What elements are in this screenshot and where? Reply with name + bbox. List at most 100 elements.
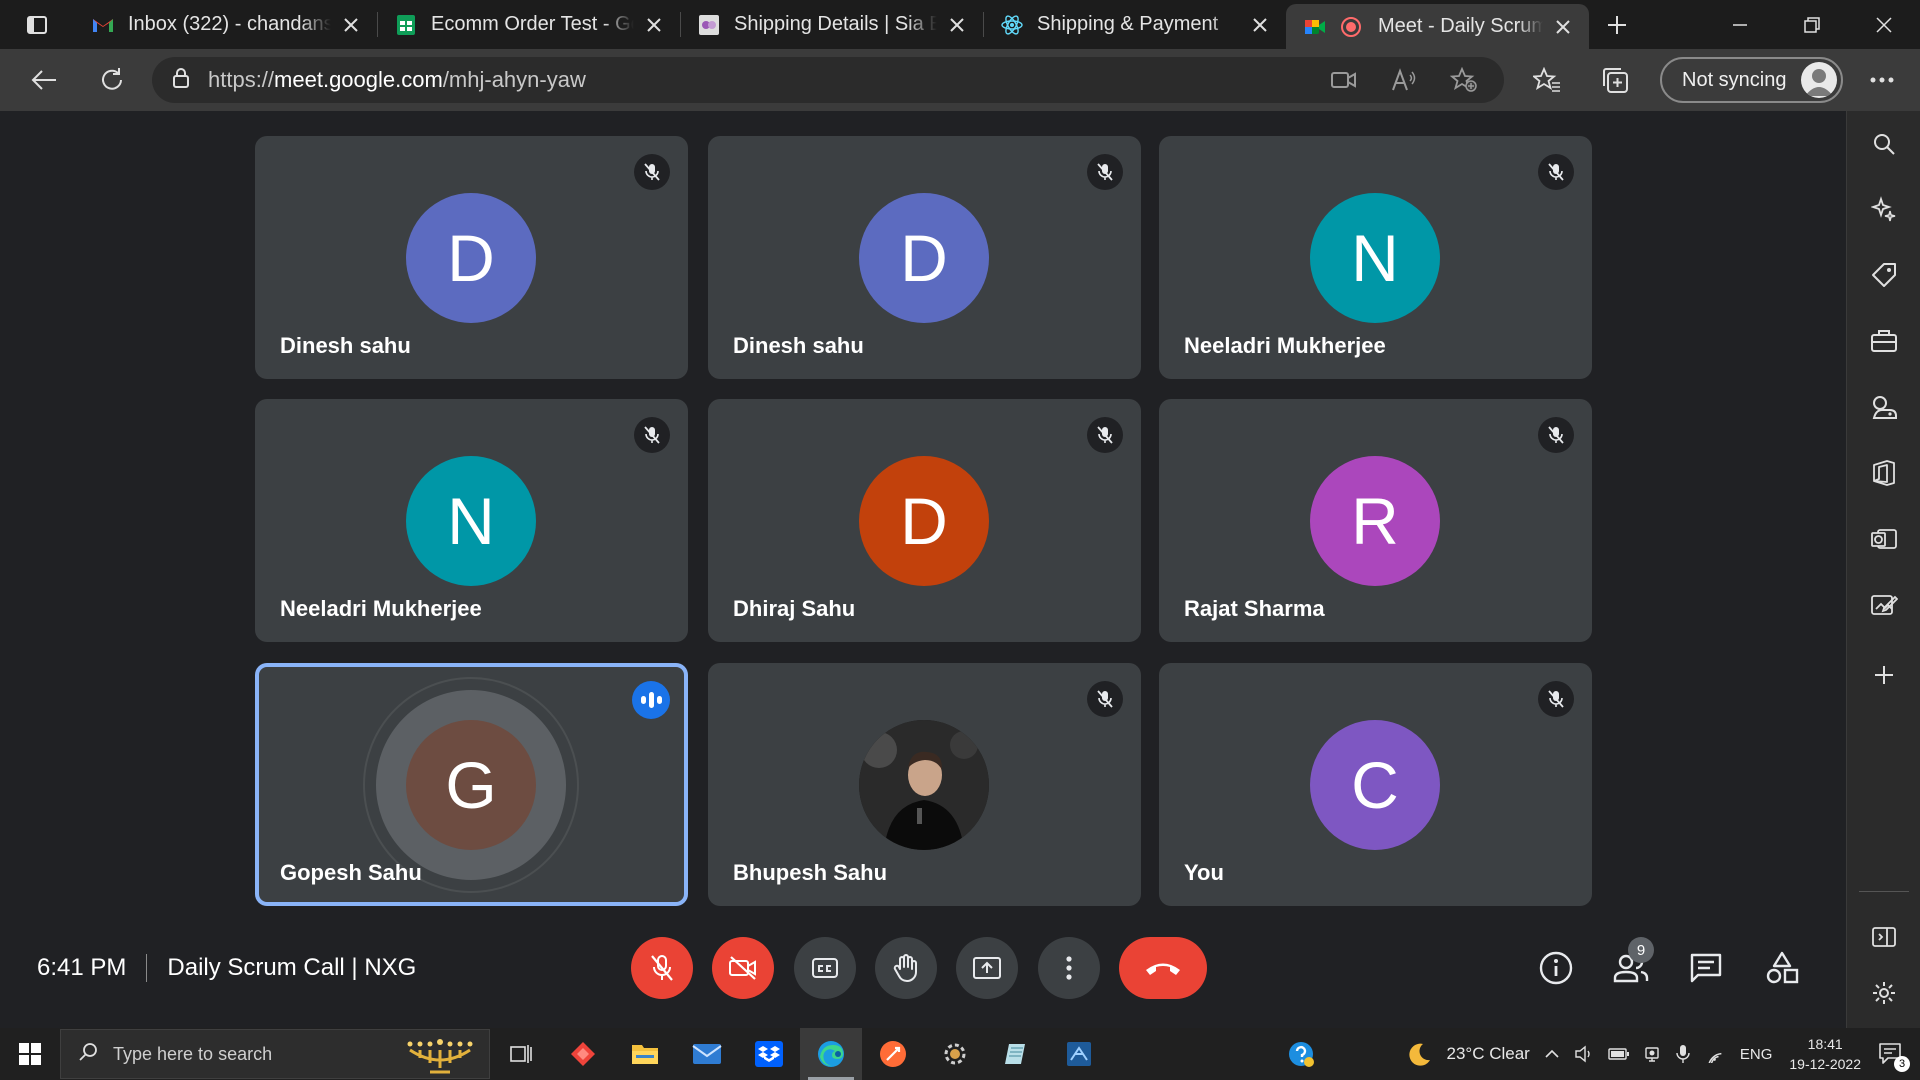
participant-avatar: R [1310,456,1440,586]
speaking-indicator-icon [632,681,670,719]
participant-tile-self[interactable]: C You [1159,663,1592,906]
file-explorer-icon[interactable] [614,1028,676,1080]
participant-avatar: G [406,720,536,850]
participant-name: Gopesh Sahu [280,860,422,885]
url-text: https://meet.google.com/mhj-ahyn-yaw [208,67,1304,93]
meet-icon [1304,16,1326,38]
window-controls [1704,0,1920,49]
task-view-icon[interactable] [490,1028,552,1080]
add-sidebar-app-icon[interactable] [1860,651,1908,699]
participant-avatar: N [1310,193,1440,323]
wifi-icon[interactable] [1704,1045,1726,1063]
discover-icon[interactable] [1860,185,1908,233]
edge-browser-icon[interactable] [800,1028,862,1080]
menorah-icon [405,1036,475,1079]
tab-shipping-details[interactable]: Shipping Details | Sia Beauty [680,0,983,49]
leave-call-button[interactable] [1119,937,1207,999]
settings-gear-icon[interactable] [1860,969,1908,1017]
captions-button[interactable] [794,937,856,999]
raise-hand-button[interactable] [875,937,937,999]
more-options-button[interactable] [1038,937,1100,999]
microphone-toggle-button[interactable] [631,937,693,999]
dropbox-icon[interactable] [738,1028,800,1080]
gmail-icon [92,14,114,36]
refresh-icon[interactable] [88,56,136,104]
input-language[interactable]: ENG [1740,1046,1773,1063]
close-tab-icon[interactable] [341,15,361,35]
present-screen-button[interactable] [956,937,1018,999]
tab-meet[interactable]: Meet - Daily Scrum Call [1286,4,1589,49]
tab-gmail[interactable]: Inbox (322) - chandansahu [74,0,377,49]
office-icon[interactable] [1860,449,1908,497]
tools-briefcase-icon[interactable] [1860,317,1908,365]
collections-icon[interactable] [1590,55,1640,105]
notifications-icon[interactable]: 3 [1878,1042,1910,1072]
tab-actions-icon[interactable] [0,0,74,49]
mic-muted-icon [634,154,670,190]
postman-icon[interactable] [862,1028,924,1080]
volume-icon[interactable] [1574,1045,1594,1063]
help-icon[interactable] [1270,1028,1332,1080]
camera-toggle-button[interactable] [712,937,774,999]
participant-name: You [1184,860,1224,885]
microphone-in-use-icon[interactable] [1676,1044,1690,1064]
favorites-icon[interactable] [1522,55,1572,105]
tab-shipping-payment[interactable]: Shipping & Payment [983,0,1286,49]
search-icon[interactable] [1860,120,1908,168]
sql-server-icon[interactable] [1048,1028,1110,1080]
weather-text[interactable]: 23°C Clear [1447,1044,1530,1064]
participant-tile[interactable]: N Neeladri Mukherjee [255,399,688,642]
participant-photo [859,720,989,850]
taskbar-clock[interactable]: 18:41 19-12-2022 [1789,1034,1861,1074]
close-tab-icon[interactable] [1250,15,1270,35]
profile-sync-button[interactable]: Not syncing [1660,57,1843,103]
activities-button[interactable] [1755,941,1809,995]
battery-icon[interactable] [1608,1047,1630,1061]
mail-icon[interactable] [676,1028,738,1080]
new-tab-button[interactable] [1589,0,1645,49]
taskbar-search-box[interactable]: Type here to search [60,1029,490,1079]
restore-icon[interactable] [1776,0,1848,49]
shopping-tag-icon[interactable] [1860,251,1908,299]
profile-avatar-icon [1800,62,1837,98]
notification-count-badge: 3 [1894,1056,1910,1072]
hide-sidebar-icon[interactable] [1860,913,1908,961]
close-window-icon[interactable] [1848,0,1920,49]
participant-tile-speaking[interactable]: G Gopesh Sahu [255,663,688,906]
back-icon[interactable] [20,56,68,104]
participant-tile[interactable]: D Dinesh sahu [708,136,1141,379]
minimize-icon[interactable] [1704,0,1776,49]
chat-button[interactable] [1679,941,1733,995]
lock-icon[interactable] [172,67,190,94]
anydesk-icon[interactable] [552,1028,614,1080]
meeting-details-button[interactable] [1529,941,1583,995]
address-bar[interactable]: https://meet.google.com/mhj-ahyn-yaw [152,57,1504,103]
participant-avatar: D [406,193,536,323]
close-tab-icon[interactable] [947,15,967,35]
notepad-app-icon[interactable] [986,1028,1048,1080]
participant-tile[interactable]: N Neeladri Mukherjee [1159,136,1592,379]
camera-in-use-icon[interactable] [1644,1045,1662,1063]
more-options-icon[interactable] [1857,55,1907,105]
settings-app-icon[interactable] [924,1028,986,1080]
camera-permission-icon[interactable] [1324,60,1364,100]
outlook-icon[interactable] [1860,515,1908,563]
participant-tile[interactable]: Bhupesh Sahu [708,663,1141,906]
games-icon[interactable] [1860,383,1908,431]
people-button[interactable]: 9 [1604,937,1658,995]
read-aloud-icon[interactable] [1384,60,1424,100]
drop-icon[interactable] [1860,581,1908,629]
mic-muted-icon [1087,681,1123,717]
add-favorite-icon[interactable] [1444,60,1484,100]
close-tab-icon[interactable] [1553,17,1573,37]
tab-sheets[interactable]: Ecomm Order Test - Google Sheets [377,0,680,49]
participant-tile[interactable]: D Dhiraj Sahu [708,399,1141,642]
show-hidden-icons-chevron-icon[interactable] [1544,1049,1560,1059]
participant-name: Dinesh sahu [733,333,864,358]
close-tab-icon[interactable] [644,15,664,35]
search-icon [79,1042,99,1067]
participant-tile[interactable]: R Rajat Sharma [1159,399,1592,642]
participant-tile[interactable]: D Dinesh sahu [255,136,688,379]
windows-start-icon[interactable] [0,1028,60,1080]
tab-title: Shipping & Payment [1037,13,1219,35]
